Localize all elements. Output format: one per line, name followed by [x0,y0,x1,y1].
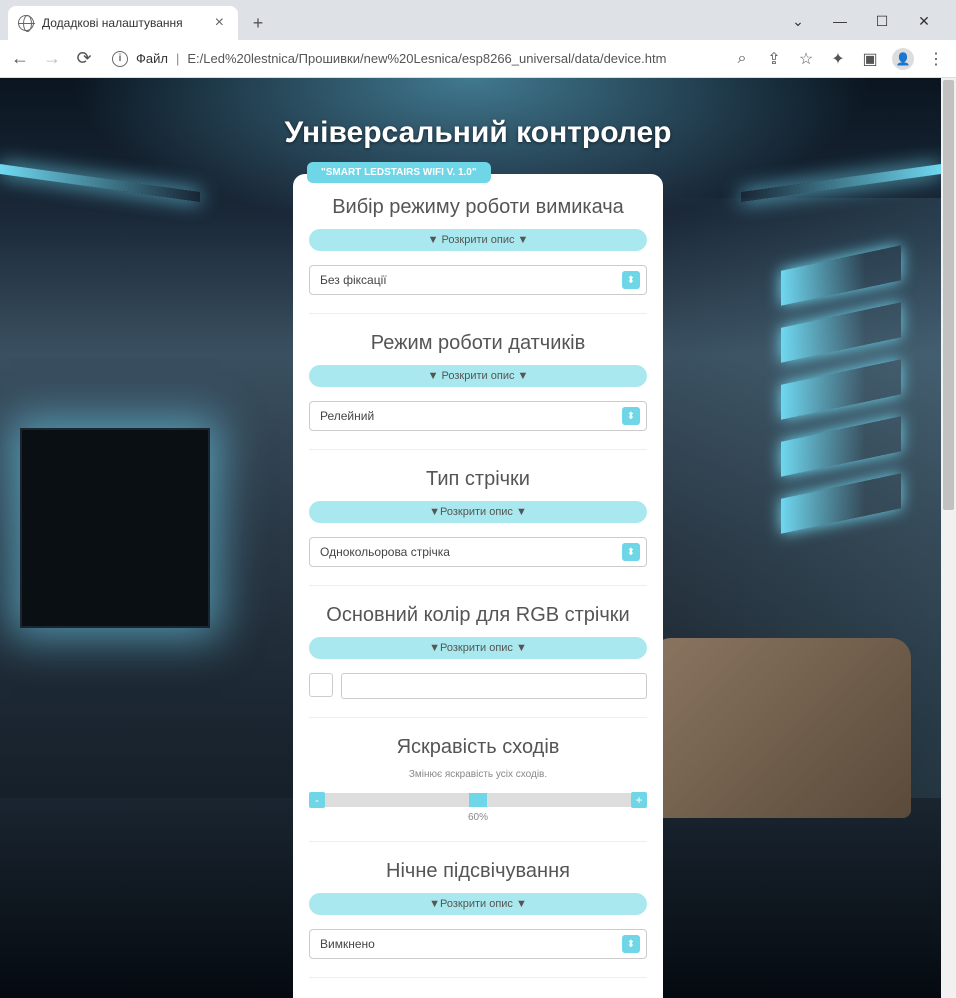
globe-icon [18,15,34,31]
bookmark-icon[interactable]: ☆ [796,49,816,69]
tab-title: Додадкові налаштування [42,16,203,30]
section-strip-type: Тип стрічки ▼Розкрити опис ▼ Однокольоро… [309,468,647,586]
expand-button[interactable]: ▼Розкрити опис ▼ [309,501,647,523]
slider-thumb[interactable] [469,793,487,807]
expand-button[interactable]: ▼Розкрити опис ▼ [309,637,647,659]
page-title: Універсальний контролер [0,78,956,174]
section-switch-mode: Вибір режиму роботи вимикача ▼ Розкрити … [309,196,647,314]
sidepanel-icon[interactable]: ▣ [860,49,880,69]
dropdown-arrow-icon: ⬍ [622,543,640,561]
close-window-button[interactable]: ✕ [912,13,936,30]
color-swatch[interactable] [309,673,333,697]
expand-button[interactable]: ▼ Розкрити опис ▼ [309,365,647,387]
strip-type-select[interactable]: Однокольорова стрічка ⬍ [309,537,647,567]
color-input[interactable] [341,673,647,699]
chevron-down-icon[interactable]: ⌄ [786,13,810,30]
section-title: Нічне підсвічування [309,860,647,883]
scrollbar-thumb[interactable] [943,80,954,510]
switch-mode-select[interactable]: Без фіксації ⬍ [309,265,647,295]
section-night-light: Нічне підсвічування ▼Розкрити опис ▼ Вим… [309,860,647,978]
sensor-mode-select[interactable]: Релейний ⬍ [309,401,647,431]
share-icon[interactable]: ⇪ [764,49,784,69]
section-title: Тип стрічки [309,468,647,491]
menu-icon[interactable]: ⋮ [926,49,946,69]
section-title: Яскравість сходів [309,736,647,759]
night-light-select[interactable]: Вимкнено ⬍ [309,929,647,959]
brightness-slider[interactable]: - + [309,792,647,808]
section-sensor-mode: Режим роботи датчиків ▼ Розкрити опис ▼ … [309,332,647,450]
slider-plus-button[interactable]: + [631,792,647,808]
page-viewport: Універсальний контролер "SMART LEDSTAIRS… [0,78,956,998]
browser-tab[interactable]: Додадкові налаштування × [8,6,238,40]
section-title: Режим роботи датчиків [309,332,647,355]
slider-track[interactable] [325,793,631,807]
slider-minus-button[interactable]: - [309,792,325,808]
section-title: Основний колір для RGB стрічки [309,604,647,627]
browser-toolbar: ← → ⟳ i Файл | E:/Led%20lestnica/Прошивк… [0,40,956,78]
url-text: E:/Led%20lestnica/Прошивки/new%20Lesnica… [187,51,714,66]
select-value: Вимкнено [320,937,375,951]
dropdown-arrow-icon: ⬍ [622,935,640,953]
info-icon[interactable]: i [112,51,128,67]
version-badge: "SMART LEDSTAIRS WIFI V. 1.0" [307,162,491,183]
url-scheme-label: Файл [136,51,168,66]
address-bar[interactable]: i Файл | E:/Led%20lestnica/Прошивки/new%… [106,51,720,67]
minimize-button[interactable]: — [828,13,852,30]
profile-avatar[interactable]: 👤 [892,48,914,70]
expand-button[interactable]: ▼ Розкрити опис ▼ [309,229,647,251]
dropdown-arrow-icon: ⬍ [622,271,640,289]
expand-button[interactable]: ▼Розкрити опис ▼ [309,893,647,915]
window-controls: ⌄ — ☐ ✕ [786,13,948,40]
extensions-icon[interactable]: ✦ [828,49,848,69]
forward-button[interactable]: → [42,48,62,69]
new-tab-button[interactable]: + [244,9,272,37]
section-subtitle: Змінює яскравість усіх сходів. [309,769,647,780]
select-value: Однокольорова стрічка [320,545,450,559]
section-rgb-color: Основний колір для RGB стрічки ▼Розкрити… [309,604,647,718]
zoom-icon[interactable]: ⌕ [732,50,752,68]
select-value: Без фіксації [320,273,387,287]
settings-card: "SMART LEDSTAIRS WIFI V. 1.0" Вибір режи… [293,174,663,998]
select-value: Релейний [320,409,374,423]
maximize-button[interactable]: ☐ [870,13,894,30]
section-title: Вибір режиму роботи вимикача [309,196,647,219]
section-brightness: Яскравість сходів Змінює яскравість усіх… [309,736,647,842]
browser-titlebar: Додадкові налаштування × + ⌄ — ☐ ✕ [0,0,956,40]
reload-button[interactable]: ⟳ [74,48,94,69]
close-tab-icon[interactable]: × [211,14,228,32]
scrollbar[interactable] [941,78,956,998]
back-button[interactable]: ← [10,48,30,69]
slider-value: 60% [309,812,647,823]
dropdown-arrow-icon: ⬍ [622,407,640,425]
